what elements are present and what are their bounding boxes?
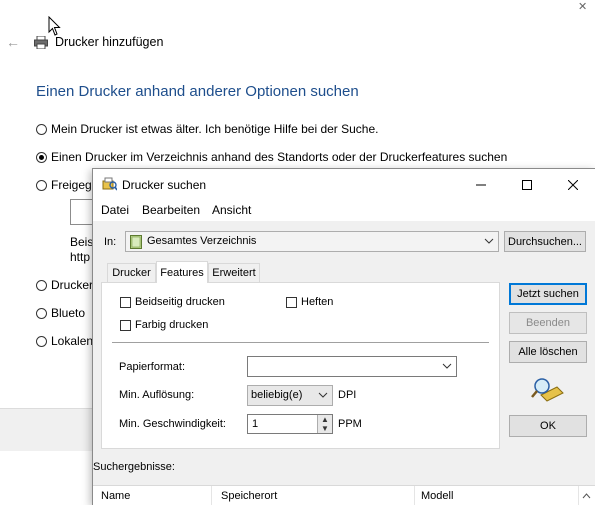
option-label: Blueto xyxy=(51,306,86,320)
dialog-title: Drucker suchen xyxy=(122,178,207,192)
clear-all-button[interactable]: Alle löschen xyxy=(509,341,587,363)
menu-bar: Datei Bearbeiten Ansicht xyxy=(93,200,595,221)
option-label: Lokalen xyxy=(51,334,94,348)
staple-label: Heften xyxy=(301,296,334,308)
color-label: Farbig drucken xyxy=(135,319,209,331)
browse-button[interactable]: Durchsuchen... xyxy=(504,231,586,252)
column-name[interactable]: Name xyxy=(101,490,130,502)
in-label: In: xyxy=(104,236,117,248)
speed-unit: PPM xyxy=(338,418,362,430)
minimize-button[interactable] xyxy=(458,169,504,200)
option-older-printer[interactable]: Mein Drucker ist etwas älter. Ich benöti… xyxy=(36,122,379,136)
column-divider[interactable] xyxy=(211,486,212,505)
menu-datei[interactable]: Datei xyxy=(101,203,129,217)
option-bluetooth[interactable]: Blueto xyxy=(36,306,85,320)
option-label: Freigeg xyxy=(51,178,92,192)
hint-text: Beis xyxy=(70,235,94,249)
search-magnifier-icon xyxy=(531,378,564,402)
option-label: Einen Drucker im Verzeichnis anhand des … xyxy=(51,150,508,164)
column-location[interactable]: Speicherort xyxy=(221,490,277,502)
mouse-cursor-icon xyxy=(48,16,61,36)
stop-button[interactable]: Beenden xyxy=(509,312,587,334)
chevron-down-icon xyxy=(318,392,328,398)
radio-button[interactable] xyxy=(36,123,47,135)
column-divider xyxy=(578,486,579,505)
wizard-footer xyxy=(0,408,100,451)
radio-button[interactable] xyxy=(36,179,47,191)
maximize-icon xyxy=(522,179,532,190)
chevron-down-icon xyxy=(484,238,494,244)
resolution-unit: DPI xyxy=(338,389,357,401)
spin-down-button[interactable]: ▼ xyxy=(317,424,332,433)
separator xyxy=(112,342,489,343)
scroll-up-icon[interactable] xyxy=(582,493,591,499)
back-arrow-icon[interactable]: ← xyxy=(6,34,20,50)
results-label: Suchergebnisse: xyxy=(93,461,175,473)
speed-spinner[interactable]: 1 ▲ ▼ xyxy=(247,414,333,434)
tab-erweitert[interactable]: Erweitert xyxy=(208,263,260,282)
radio-button[interactable] xyxy=(36,307,47,319)
option-local-printer[interactable]: Lokalen xyxy=(36,334,93,348)
staple-checkbox[interactable] xyxy=(286,297,297,308)
radio-button-selected[interactable] xyxy=(36,151,47,163)
directory-icon xyxy=(130,235,142,249)
resolution-value: beliebig(e) xyxy=(251,389,303,401)
radio-button[interactable] xyxy=(36,335,47,347)
option-label: Mein Drucker ist etwas älter. Ich benöti… xyxy=(51,122,379,136)
location-select[interactable]: Gesamtes Verzeichnis xyxy=(125,231,499,252)
column-divider[interactable] xyxy=(414,486,415,505)
tab-features[interactable]: Features xyxy=(156,261,208,283)
chevron-down-icon xyxy=(442,363,452,369)
find-printers-dialog: Drucker suchen Datei Bearbeiten Ansicht … xyxy=(92,168,595,505)
caret-up-icon: ▲ xyxy=(321,415,329,424)
results-table-header: Name Speicherort Modell xyxy=(93,485,595,505)
option-label: Drucker xyxy=(51,278,94,292)
resolution-select[interactable]: beliebig(e) xyxy=(247,385,333,406)
column-model[interactable]: Modell xyxy=(421,490,453,502)
option-shared-printer[interactable]: Freigeg xyxy=(36,178,92,192)
ok-button[interactable]: OK xyxy=(509,415,587,437)
printer-icon xyxy=(34,36,48,49)
paper-format-label: Papierformat: xyxy=(119,361,186,373)
paper-format-select[interactable] xyxy=(247,356,457,377)
color-checkbox[interactable] xyxy=(120,320,131,331)
close-icon[interactable]: ✕ xyxy=(578,0,587,13)
tab-drucker[interactable]: Drucker xyxy=(107,263,156,282)
find-printer-icon xyxy=(102,177,117,191)
close-icon xyxy=(568,179,578,190)
wizard-heading: Einen Drucker anhand anderer Optionen su… xyxy=(36,83,359,100)
maximize-button[interactable] xyxy=(504,169,550,200)
menu-bearbeiten[interactable]: Bearbeiten xyxy=(142,203,200,217)
title-bar[interactable]: Drucker suchen xyxy=(93,169,595,200)
duplex-label: Beidseitig drucken xyxy=(135,296,225,308)
option-tcpip[interactable]: Drucker xyxy=(36,278,93,292)
radio-button[interactable] xyxy=(36,279,47,291)
location-value: Gesamtes Verzeichnis xyxy=(147,235,257,247)
search-now-button[interactable]: Jetzt suchen xyxy=(509,283,587,305)
speed-label: Min. Geschwindigkeit: xyxy=(119,418,226,430)
close-button[interactable] xyxy=(550,169,595,200)
hint-url: http xyxy=(70,250,91,264)
minimize-icon xyxy=(476,184,486,185)
resolution-label: Min. Auflösung: xyxy=(119,389,195,401)
speed-value: 1 xyxy=(252,418,259,430)
option-directory-search[interactable]: Einen Drucker im Verzeichnis anhand des … xyxy=(36,150,507,164)
menu-ansicht[interactable]: Ansicht xyxy=(212,203,251,217)
duplex-checkbox[interactable] xyxy=(120,297,131,308)
wizard-title: Drucker hinzufügen xyxy=(55,35,164,49)
caret-down-icon: ▼ xyxy=(321,424,329,433)
